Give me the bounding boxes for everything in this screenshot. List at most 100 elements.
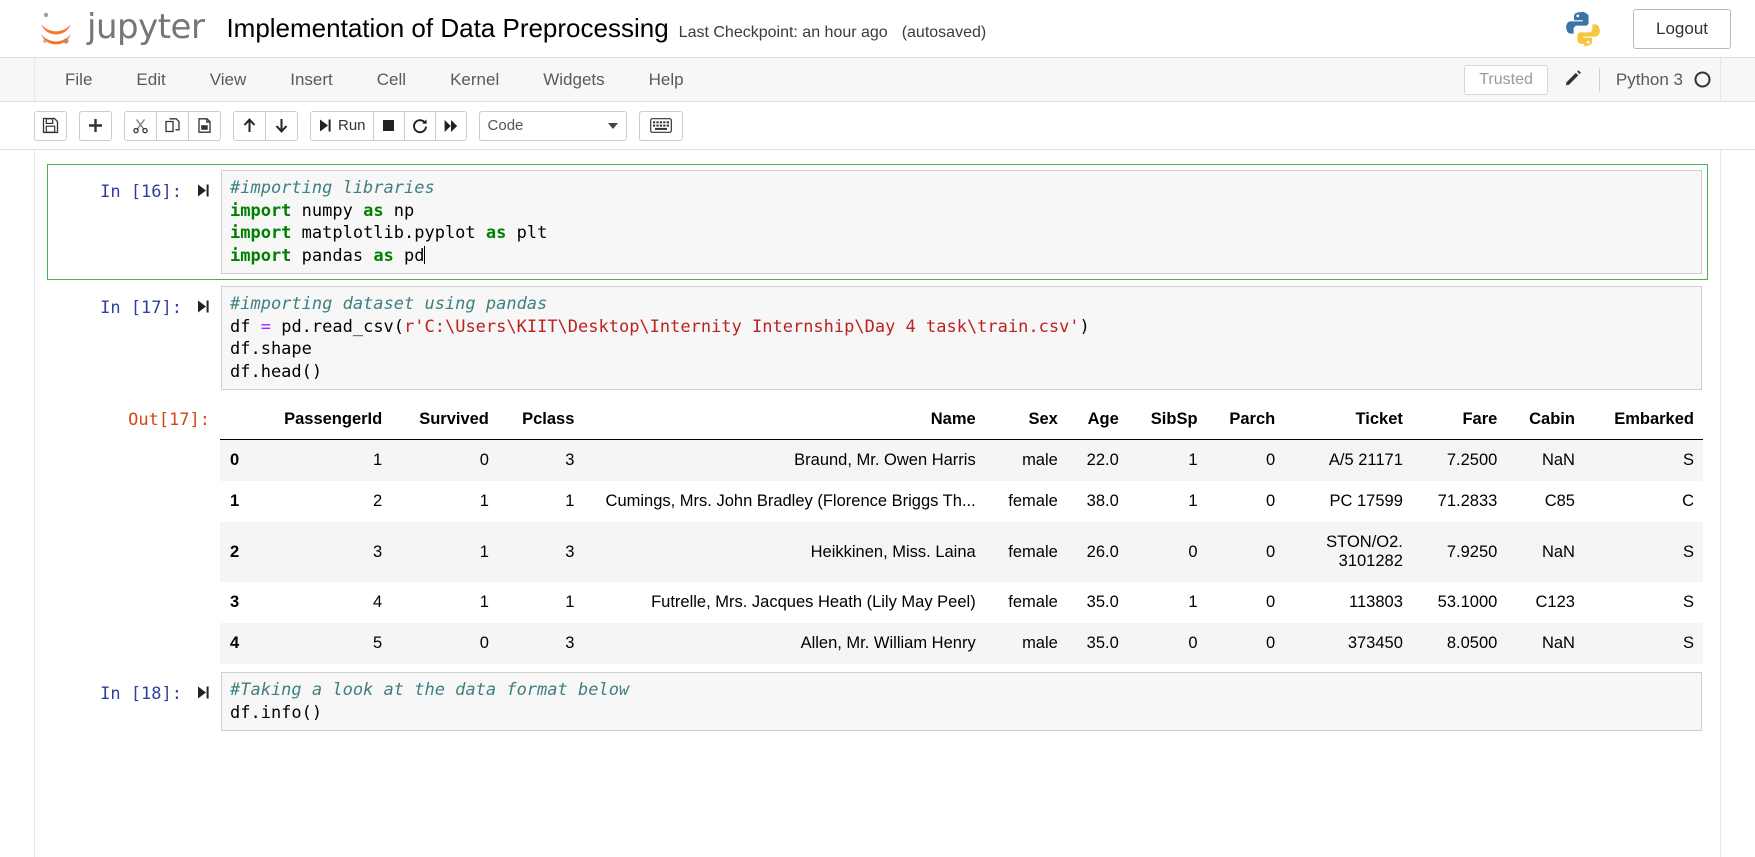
table-cell: PC 17599: [1329, 492, 1403, 510]
code-token-kw: import: [230, 200, 292, 221]
table-cell: Cumings, Mrs. John Bradley (Florence Bri…: [605, 492, 976, 510]
code-token-plain: df.head(): [230, 361, 323, 382]
table-cell: Heikkinen, Miss. Laina: [810, 542, 976, 561]
code-token-plain: df: [230, 316, 261, 337]
table-cell: 1: [565, 492, 575, 510]
command-palette-button[interactable]: [638, 110, 683, 141]
code-token-plain: matplotlib.pyplot: [291, 223, 486, 243]
table-cell: STON/O2. 3101282: [1326, 533, 1403, 570]
table-cell: 1: [565, 593, 575, 611]
menubar-right-group: Trusted Python 3: [1464, 64, 1712, 95]
menubar-container: File Edit View Insert Cell Kernel Widget…: [0, 58, 1755, 102]
toolbar: Run Code: [34, 102, 683, 149]
code-token-plain: pd.read_csv(: [270, 316, 405, 337]
edit-mode-pencil-icon[interactable]: [1548, 67, 1600, 92]
table-cell: 1: [1188, 593, 1198, 611]
cells-container: In [16]: #importing libraries import nump…: [47, 164, 1708, 737]
notebook-header: jupyter Implementation of Data Preproces…: [0, 0, 1755, 58]
code-token-comment: #importing dataset using pandas: [230, 294, 548, 314]
table-cell: 38.0: [1086, 492, 1119, 510]
run-cell-icon[interactable]: [196, 299, 211, 314]
table-cell: 3: [565, 542, 575, 561]
column-header: Embarked: [1583, 404, 1703, 440]
code-token-kw: import: [230, 223, 292, 243]
notebook-scroll-region[interactable]: In [16]: #importing libraries import nump…: [0, 150, 1755, 857]
run-cell-icon[interactable]: [196, 183, 211, 198]
code-token-plain: numpy: [291, 200, 364, 221]
logout-button[interactable]: Logout: [1633, 8, 1731, 49]
column-header: SibSp: [1127, 404, 1207, 440]
run-cell-icon[interactable]: [196, 685, 211, 700]
table-cell: 3: [565, 634, 575, 652]
interrupt-kernel-button[interactable]: [372, 110, 405, 141]
table-cell: S: [1682, 542, 1694, 561]
code-editor[interactable]: #Taking a look at the data format below …: [221, 672, 1702, 731]
table-cell: female: [1008, 593, 1058, 611]
table-cell: 7.9250: [1446, 542, 1498, 561]
column-header: Name: [583, 404, 985, 440]
code-token-plain: df.info(): [230, 702, 323, 723]
menu-insert[interactable]: Insert: [268, 64, 355, 96]
code-token-kw: as: [485, 223, 507, 243]
code-token-plain: pandas: [291, 245, 374, 266]
column-header: Survived: [391, 404, 498, 440]
restart-kernel-button[interactable]: [403, 110, 436, 141]
menu-cell[interactable]: Cell: [355, 64, 428, 96]
move-cell-down-button[interactable]: [265, 110, 298, 141]
table-cell: 1: [1188, 451, 1198, 469]
cell-run-indicator-icon[interactable]: [196, 298, 211, 319]
move-button-group: [233, 110, 298, 141]
move-cell-up-button[interactable]: [233, 110, 266, 141]
table-cell: 0: [1266, 542, 1276, 561]
code-text[interactable]: #importing dataset using pandas df = pd.…: [230, 293, 1693, 383]
notebook-name[interactable]: Implementation of Data Preprocessing: [226, 13, 668, 44]
cut-button[interactable]: [124, 110, 157, 141]
menu-file[interactable]: File: [43, 64, 114, 96]
code-text[interactable]: #importing libraries import numpy as np …: [230, 177, 1693, 267]
table-cell: 1: [479, 492, 489, 510]
menu-edit[interactable]: Edit: [114, 64, 187, 96]
code-cell[interactable]: In [16]: #importing libraries import nump…: [47, 164, 1708, 280]
table-cell: 0: [479, 451, 489, 469]
code-token-kw: as: [363, 200, 384, 221]
code-text[interactable]: #Taking a look at the data format below …: [230, 679, 1693, 724]
column-header: [220, 404, 250, 440]
paste-button[interactable]: [188, 110, 221, 141]
cell-run-indicator-icon[interactable]: [196, 182, 211, 203]
restart-and-run-all-button[interactable]: [434, 110, 467, 141]
code-cell[interactable]: In [17]: #importing dataset using pandas …: [47, 280, 1708, 396]
jupyter-logo[interactable]: jupyter: [34, 7, 205, 51]
autosave-status: (autosaved): [901, 24, 987, 41]
code-editor[interactable]: #importing dataset using pandas df = pd.…: [221, 286, 1702, 390]
code-token-plain: ): [1079, 316, 1090, 337]
table-row: 3 4 1 1 Futrelle, Mrs. Jacques Heath (Lily M…: [220, 582, 1703, 623]
save-button[interactable]: [34, 110, 67, 141]
insert-cell-below-button[interactable]: [79, 110, 112, 141]
table-cell: Allen, Mr. William Henry: [800, 634, 976, 652]
menu-kernel[interactable]: Kernel: [428, 64, 521, 96]
dataframe-output: PassengerId Survived Pclass Name Sex Age SibSp…: [220, 398, 1703, 664]
table-cell: 0: [1266, 492, 1276, 510]
table-cell: Braund, Mr. Owen Harris: [794, 451, 976, 469]
column-header: Fare: [1411, 404, 1507, 440]
cell-output-prompt: Out[17]:: [52, 398, 220, 430]
code-cell[interactable]: In [18]: #Taking a look at the data forma…: [47, 666, 1708, 737]
run-cell-button[interactable]: Run: [310, 110, 374, 141]
copy-button[interactable]: [156, 110, 189, 141]
kernel-idle-indicator-icon[interactable]: [1693, 70, 1712, 89]
trusted-badge[interactable]: Trusted: [1464, 64, 1548, 95]
menu-widgets[interactable]: Widgets: [521, 64, 626, 96]
cell-type-select[interactable]: Code: [478, 110, 627, 141]
table-row: 2 3 1 3 Heikkinen, Miss. Laina female 26.0 0 0 ST…: [220, 522, 1703, 582]
column-header: Pclass: [497, 404, 584, 440]
code-editor[interactable]: #importing libraries import numpy as np …: [221, 170, 1702, 274]
code-token-op: =: [260, 316, 271, 337]
input-prompt-label: In [16]:: [100, 182, 182, 202]
table-cell: 22.0: [1086, 451, 1119, 469]
code-token-plain: plt: [506, 223, 548, 243]
cell-run-indicator-icon[interactable]: [196, 684, 211, 705]
menu-help[interactable]: Help: [627, 64, 706, 96]
menu-view[interactable]: View: [188, 64, 269, 96]
column-header: Cabin: [1506, 404, 1584, 440]
kernel-name-label[interactable]: Python 3: [1600, 70, 1693, 90]
